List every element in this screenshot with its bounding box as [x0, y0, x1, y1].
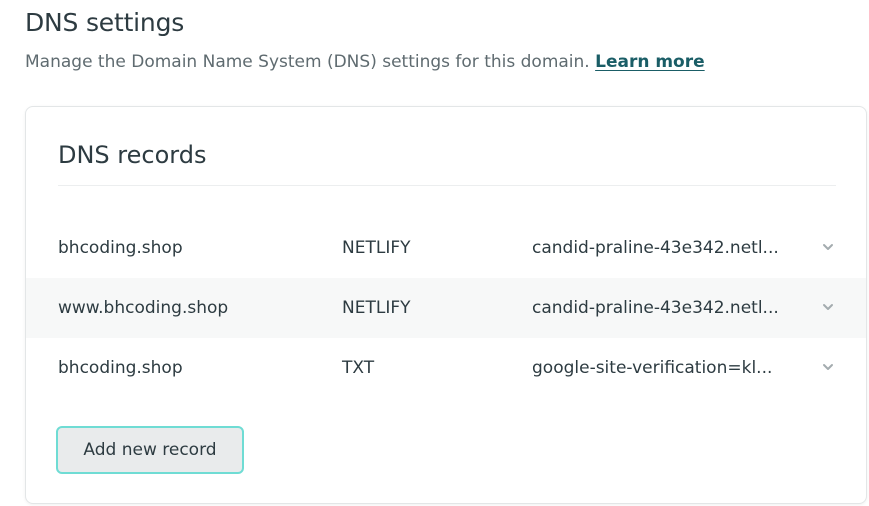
learn-more-link[interactable]: Learn more [595, 52, 705, 72]
description-text: Manage the Domain Name System (DNS) sett… [25, 52, 590, 72]
record-host: www.bhcoding.shop [58, 298, 229, 318]
record-value: google-site-verification=kl... [532, 358, 773, 378]
chevron-down-icon[interactable] [821, 300, 835, 314]
table-row[interactable]: bhcoding.shop NETLIFY candid-praline-43e… [26, 218, 866, 278]
record-type: NETLIFY [342, 298, 411, 318]
table-row[interactable]: www.bhcoding.shop NETLIFY candid-praline… [26, 278, 866, 338]
table-row[interactable]: bhcoding.shop TXT google-site-verificati… [26, 338, 866, 398]
page-description: Manage the Domain Name System (DNS) sett… [25, 52, 705, 72]
record-type: TXT [342, 358, 375, 378]
records-list: bhcoding.shop NETLIFY candid-praline-43e… [26, 218, 866, 398]
divider [58, 185, 836, 186]
add-new-record-button[interactable]: Add new record [56, 426, 244, 474]
record-host: bhcoding.shop [58, 238, 183, 258]
record-type: NETLIFY [342, 238, 411, 258]
page-title: DNS settings [25, 8, 185, 37]
chevron-down-icon[interactable] [821, 360, 835, 374]
record-value: candid-praline-43e342.netl... [532, 298, 779, 318]
chevron-down-icon[interactable] [821, 240, 835, 254]
card-title: DNS records [58, 141, 207, 169]
dns-settings-page: DNS settings Manage the Domain Name Syst… [0, 0, 869, 506]
record-value: candid-praline-43e342.netl... [532, 238, 779, 258]
dns-records-card: DNS records bhcoding.shop NETLIFY candid… [25, 106, 867, 504]
record-host: bhcoding.shop [58, 358, 183, 378]
